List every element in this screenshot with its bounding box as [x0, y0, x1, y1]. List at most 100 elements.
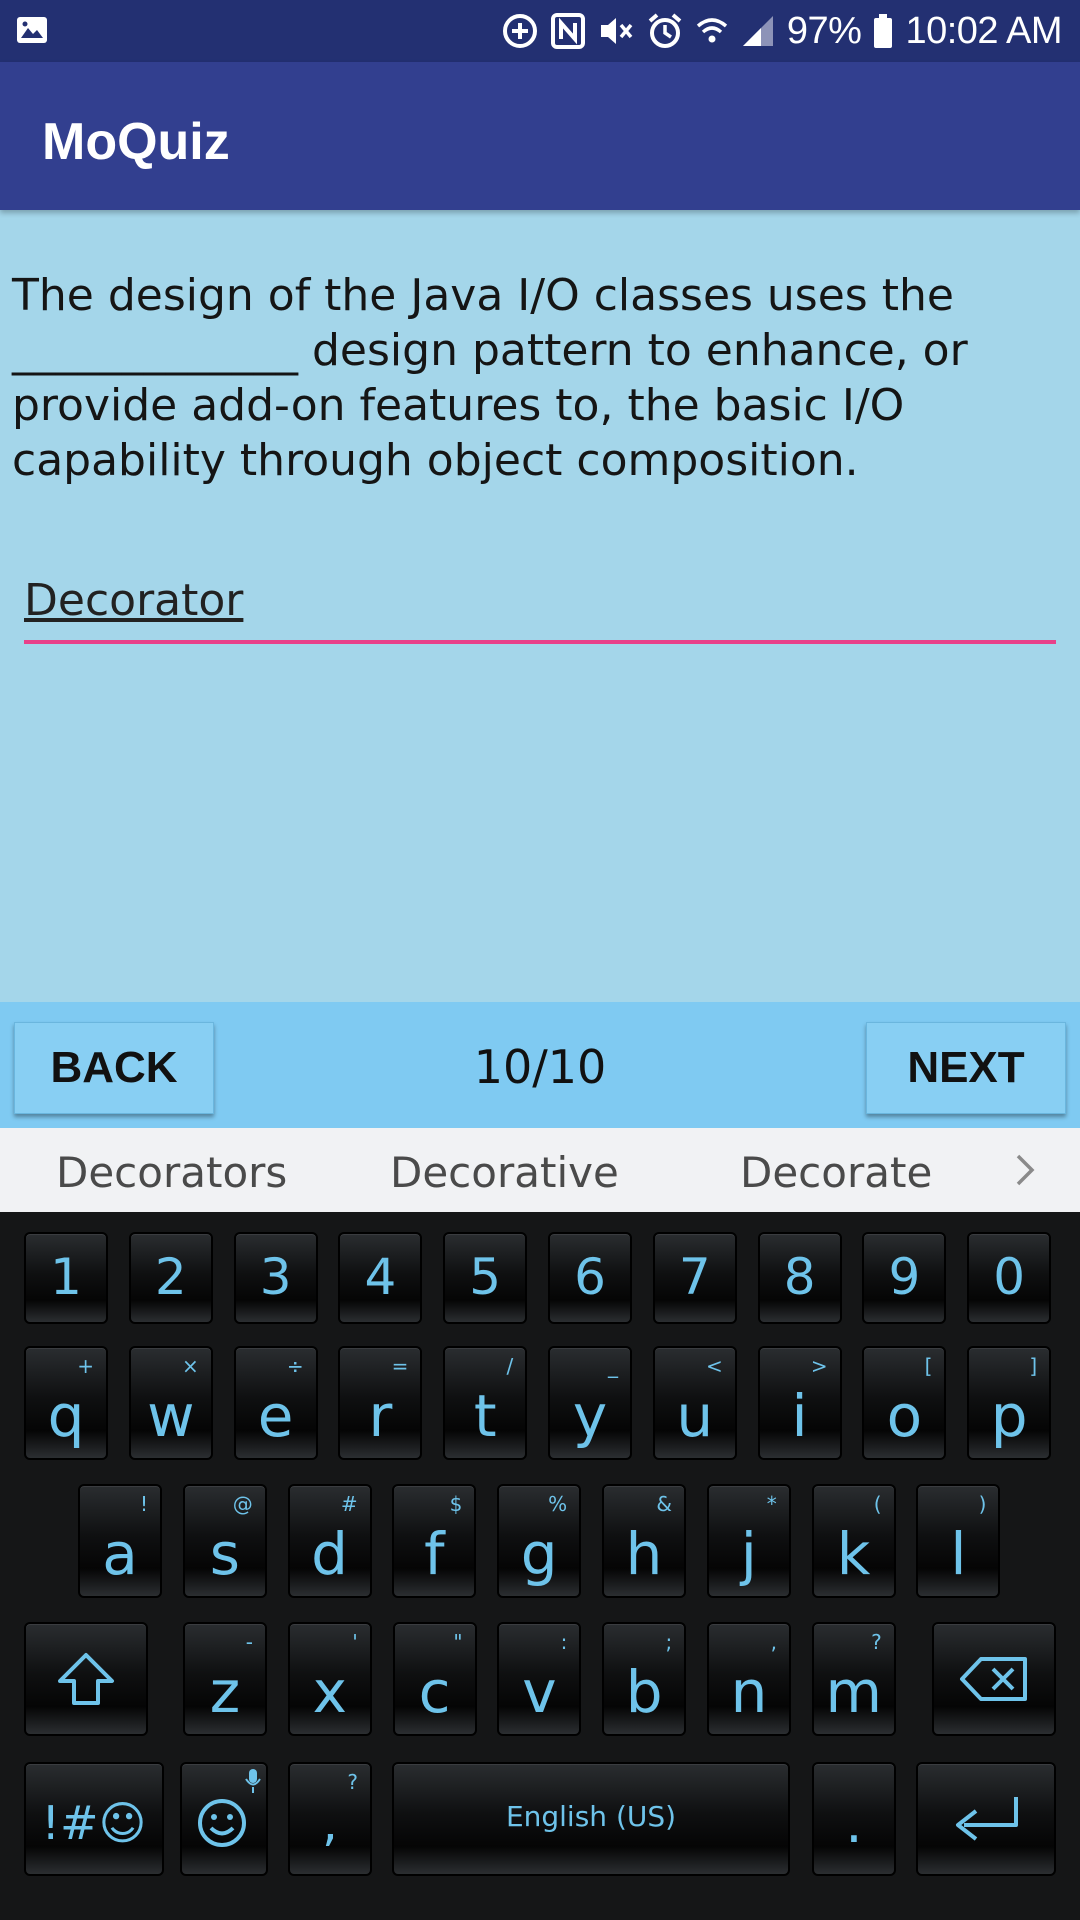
key-k-alt: ( — [873, 1492, 882, 1516]
key-v[interactable]: :v — [497, 1622, 582, 1736]
key-j-label: j — [740, 1520, 757, 1588]
key-1-label: 1 — [50, 1248, 82, 1306]
key-x[interactable]: ' x — [287, 1622, 372, 1736]
key-l-label: l — [950, 1520, 967, 1588]
key-5-label: 5 — [469, 1248, 502, 1306]
key-d[interactable]: # d — [287, 1484, 372, 1598]
key-7-label: 7 — [678, 1248, 711, 1306]
key-g-label: g — [520, 1520, 558, 1588]
key-l[interactable]: ) l — [916, 1484, 1001, 1598]
key-r-label: r — [368, 1382, 393, 1450]
key-i[interactable]: > i — [757, 1346, 842, 1460]
comma-key[interactable]: ? , — [288, 1762, 372, 1876]
key-8[interactable]: 8 — [757, 1232, 842, 1324]
key-o-alt: [ — [924, 1354, 933, 1378]
key-r-alt: = — [391, 1354, 409, 1378]
key-e-alt: ÷ — [286, 1354, 304, 1378]
backspace-key[interactable] — [932, 1622, 1056, 1736]
key-j[interactable]: * j — [706, 1484, 791, 1598]
key-q[interactable]: + q — [24, 1346, 108, 1460]
key-h-label: h — [625, 1520, 663, 1588]
shift-icon — [58, 1653, 114, 1705]
emoji-icon — [198, 1799, 246, 1847]
suggestion-strip: Decorators Decorative Decorate — [0, 1128, 1080, 1212]
key-n-alt: , — [770, 1630, 777, 1654]
image-notification-icon — [17, 17, 47, 43]
key-r[interactable]: = r — [338, 1346, 423, 1460]
key-u-alt: < — [706, 1354, 723, 1378]
key-7[interactable]: 7 — [652, 1232, 737, 1324]
space-bar[interactable]: English (US) — [392, 1762, 790, 1876]
symbols-key[interactable]: !#☺ — [24, 1762, 164, 1876]
key-c[interactable]: " c — [392, 1622, 477, 1736]
suggestion-2[interactable]: Decorative — [390, 1148, 619, 1197]
key-m-label: m — [825, 1658, 883, 1726]
key-b-label: b — [625, 1658, 663, 1726]
mute-icon — [600, 18, 633, 44]
nfc-icon — [550, 13, 585, 49]
key-n[interactable]: ,n — [707, 1622, 791, 1736]
suggestion-3[interactable]: Decorate — [740, 1148, 932, 1197]
key-y-alt: _ — [608, 1354, 618, 1378]
symbols-key-label: !#☺ — [41, 1796, 147, 1850]
key-t[interactable]: / t — [443, 1346, 528, 1460]
key-d-alt: # — [340, 1492, 358, 1516]
key-9[interactable]: 9 — [862, 1232, 947, 1324]
key-w-alt: × — [182, 1354, 199, 1378]
key-e-label: e — [257, 1382, 294, 1450]
key-p-label: p — [990, 1382, 1028, 1450]
key-s[interactable]: @ s — [182, 1484, 267, 1598]
key-5[interactable]: 5 — [443, 1232, 528, 1324]
key-a[interactable]: ! a — [78, 1484, 162, 1598]
key-h-alt: & — [656, 1492, 672, 1516]
shift-key[interactable] — [24, 1622, 148, 1736]
key-0-label: 0 — [993, 1248, 1026, 1306]
key-3[interactable]: 3 — [233, 1232, 318, 1324]
key-1[interactable]: 1 — [24, 1232, 108, 1324]
key-q-alt: + — [77, 1354, 94, 1378]
key-9-label: 9 — [888, 1248, 921, 1306]
key-p[interactable]: ] p — [967, 1346, 1052, 1460]
question-text: The design of the Java I/O classes uses … — [12, 270, 968, 486]
key-z-alt: - — [245, 1630, 253, 1654]
key-w[interactable]: × w — [128, 1346, 213, 1460]
chevron-right-icon[interactable] — [1010, 1150, 1040, 1190]
key-u[interactable]: < u — [652, 1346, 737, 1460]
key-y[interactable]: _ y — [548, 1346, 632, 1460]
period-key-label: . — [845, 1792, 863, 1855]
signal-icon — [742, 16, 773, 46]
key-4[interactable]: 4 — [338, 1232, 423, 1324]
data-saver-icon — [502, 14, 537, 48]
key-8-label: 8 — [783, 1248, 816, 1306]
key-e[interactable]: ÷ e — [233, 1346, 318, 1460]
key-c-label: c — [418, 1658, 451, 1726]
key-2[interactable]: 2 — [128, 1232, 213, 1324]
key-s-label: s — [209, 1520, 240, 1588]
key-b[interactable]: ; b — [602, 1622, 687, 1736]
key-o-label: o — [886, 1382, 923, 1450]
enter-key[interactable] — [916, 1762, 1056, 1876]
key-d-label: d — [311, 1520, 348, 1588]
alarm-icon — [648, 13, 682, 48]
key-u-label: u — [676, 1382, 714, 1450]
key-o[interactable]: [o — [862, 1346, 947, 1460]
app-bar: MoQuiz — [0, 62, 1080, 210]
key-6[interactable]: 6 — [548, 1232, 632, 1324]
key-f-label: f — [424, 1520, 445, 1588]
battery-icon — [874, 14, 893, 48]
period-key[interactable]: . — [812, 1762, 896, 1876]
key-i-label: i — [791, 1382, 808, 1450]
key-0[interactable]: 0 — [967, 1232, 1052, 1324]
answer-input[interactable] — [24, 570, 1056, 644]
key-k[interactable]: (k — [811, 1484, 896, 1598]
key-z[interactable]: -z — [183, 1622, 267, 1736]
key-f[interactable]: $ f — [392, 1484, 477, 1598]
key-m[interactable]: ? m — [811, 1622, 896, 1736]
key-g[interactable]: % g — [497, 1484, 582, 1598]
mic-icon — [245, 1769, 261, 1793]
emoji-key[interactable] — [180, 1762, 268, 1876]
suggestion-1[interactable]: Decorators — [56, 1148, 287, 1197]
key-2-label: 2 — [154, 1248, 187, 1306]
wifi-icon — [696, 18, 728, 43]
key-h[interactable]: & h — [602, 1484, 686, 1598]
